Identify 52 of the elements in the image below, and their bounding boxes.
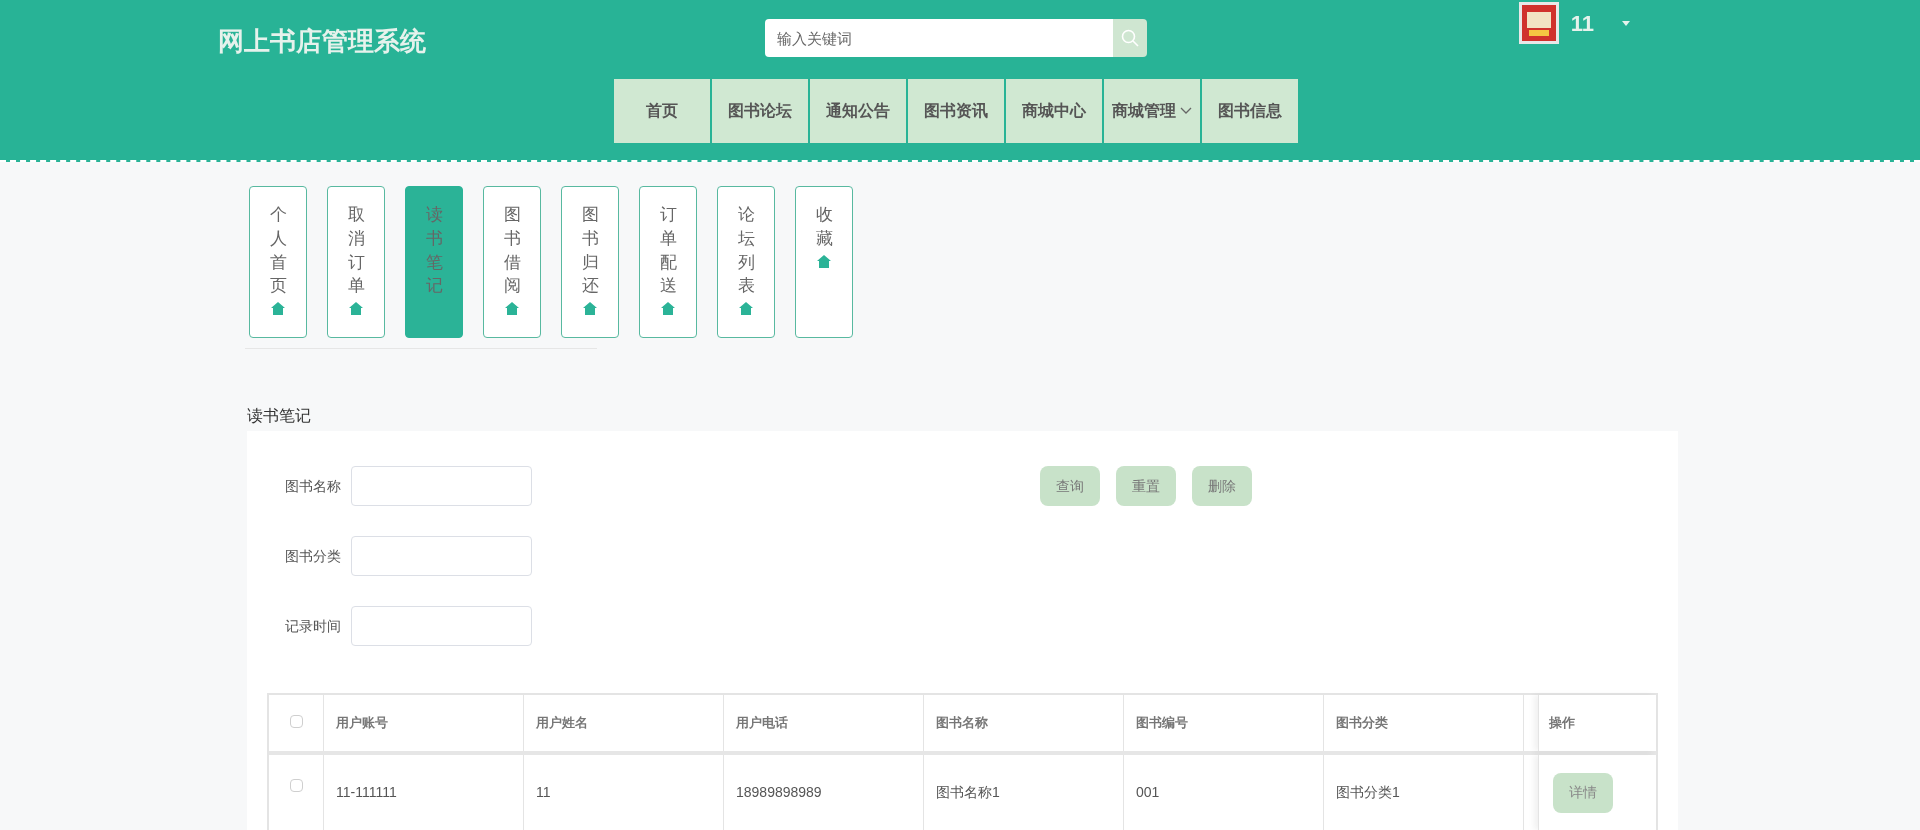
search-button[interactable] (1113, 19, 1147, 57)
action-button[interactable]: 查询 (1040, 466, 1100, 506)
table-cell: 11-111111 (324, 755, 524, 830)
nav-item[interactable]: 通知公告 (810, 79, 906, 143)
house-icon (505, 302, 519, 316)
side-tab[interactable]: 图书借阅 (483, 186, 541, 338)
filter-label: 记录时间 (284, 616, 342, 636)
column-header: 图书编号 (1124, 695, 1324, 751)
search-field[interactable]: 输入关键词 (765, 19, 1113, 57)
action-button[interactable]: 重置 (1116, 466, 1176, 506)
nav-item[interactable]: 图书资讯 (908, 79, 1004, 143)
search-icon (1121, 29, 1139, 47)
column-header: 图书名称 (924, 695, 1124, 751)
table-cell: 001 (1124, 755, 1324, 830)
side-tab[interactable]: 收藏 (795, 186, 853, 338)
filter-field[interactable] (351, 606, 532, 646)
side-tab[interactable]: 订单配送 (639, 186, 697, 338)
house-icon (271, 302, 285, 316)
section-title: 读书笔记 (247, 406, 312, 426)
nav-item[interactable]: 商城中心 (1006, 79, 1102, 143)
house-icon (583, 302, 597, 316)
table-cell: 图书分类1 (1324, 755, 1524, 830)
checkbox[interactable] (289, 779, 303, 792)
filter-field[interactable] (351, 536, 532, 576)
nav-item[interactable]: 商城管理 (1104, 79, 1200, 143)
filter-label: 图书名称 (284, 476, 342, 496)
table-cell: 图书名称1 (924, 755, 1124, 830)
side-tab[interactable]: 取消订单 (327, 186, 385, 338)
action-button[interactable]: 删除 (1192, 466, 1252, 506)
table-cell: 18989898989 (724, 755, 924, 830)
nav-item[interactable]: 首页 (614, 79, 710, 143)
filter-field[interactable] (351, 466, 532, 506)
column-header: 操作 (1538, 695, 1656, 751)
site-title: 网上书店管理系统 (218, 25, 427, 58)
house-icon (349, 302, 363, 316)
nav-item[interactable]: 图书论坛 (712, 79, 808, 143)
caret-icon[interactable] (1622, 20, 1630, 26)
house-icon (817, 254, 831, 268)
filter-label: 图书分类 (284, 546, 342, 566)
house-icon (739, 302, 753, 316)
table-cell: 11 (524, 755, 724, 830)
column-header: 用户姓名 (524, 695, 724, 751)
side-tab[interactable]: 图书归还 (561, 186, 619, 338)
side-tab[interactable]: 个人首页 (249, 186, 307, 338)
column-header: 用户电话 (724, 695, 924, 751)
house-icon (661, 302, 675, 316)
checkbox[interactable] (289, 715, 303, 728)
column-header: 图书分类 (1324, 695, 1524, 751)
chevron-down-icon (1180, 107, 1192, 115)
column-header: 用户账号 (324, 695, 524, 751)
side-tab[interactable]: 论坛列表 (717, 186, 775, 338)
nav-item[interactable]: 图书信息 (1202, 79, 1298, 143)
